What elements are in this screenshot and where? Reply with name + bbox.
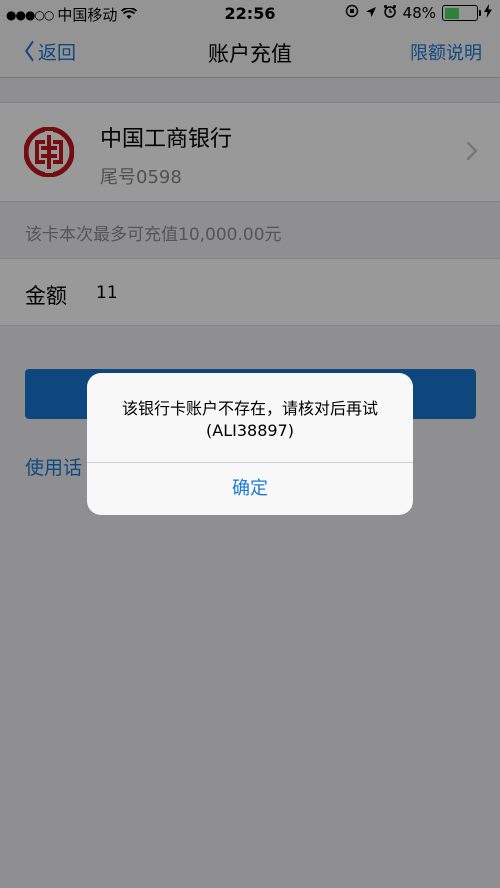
alert-message: 该银行卡账户不存在，请核对后再试 (ALI38897) xyxy=(87,398,413,442)
alert-message-line1: 该银行卡账户不存在，请核对后再试 xyxy=(121,399,378,418)
error-alert-dialog: 该银行卡账户不存在，请核对后再试 (ALI38897) 确定 xyxy=(87,373,413,515)
confirm-button[interactable]: 确定 xyxy=(87,463,413,515)
alert-message-line2: (ALI38897) xyxy=(206,421,294,440)
